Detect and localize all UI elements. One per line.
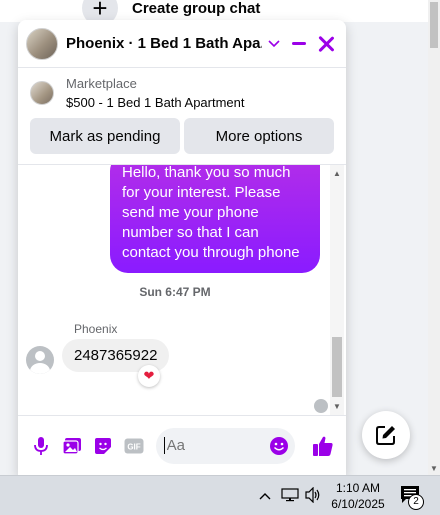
page-scrollbar[interactable]: ▼ xyxy=(428,0,440,475)
listing-avatar[interactable] xyxy=(26,27,58,60)
listing-title: $500 - 1 Bed 1 Bath Apartment xyxy=(66,95,245,110)
seen-avatar-icon xyxy=(314,399,328,413)
chat-header: Phoenix · 1 Bed 1 Bath Apa... xyxy=(18,20,346,68)
minimize-icon[interactable] xyxy=(292,42,306,45)
chat-scrollbar-thumb[interactable] xyxy=(332,337,342,397)
chat-window: Phoenix · 1 Bed 1 Bath Apa... Marketplac… xyxy=(18,20,346,475)
notification-count-badge: 2 xyxy=(408,494,424,510)
clock-time: 1:10 AM xyxy=(335,481,381,495)
taskbar: 1:10 AM 6/10/2025 2 xyxy=(0,475,440,515)
sender-name: Phoenix xyxy=(74,322,118,336)
scroll-up-arrow-icon[interactable]: ▲ xyxy=(333,169,341,178)
create-group-chat-label: Create group chat xyxy=(132,0,261,17)
thumbs-up-icon[interactable] xyxy=(307,430,338,462)
new-message-button[interactable] xyxy=(362,411,410,459)
chevron-up-icon[interactable] xyxy=(259,488,271,506)
message-timestamp: Sun 6:47 PM xyxy=(139,285,211,299)
message-input[interactable] xyxy=(163,437,264,454)
close-icon[interactable] xyxy=(318,36,334,52)
gif-icon[interactable]: GIF xyxy=(119,430,150,462)
emoji-icon[interactable] xyxy=(269,436,289,461)
volume-icon[interactable] xyxy=(304,486,322,508)
scroll-down-arrow-icon[interactable]: ▼ xyxy=(430,464,438,473)
heart-reaction-icon[interactable]: ❤ xyxy=(138,365,160,387)
sender-avatar[interactable] xyxy=(26,346,54,374)
svg-text:GIF: GIF xyxy=(127,442,140,451)
system-clock[interactable]: 1:10 AM 6/10/2025 xyxy=(330,480,386,512)
page-top-strip: + Create group chat xyxy=(0,0,428,26)
message-list[interactable]: Hello, thank you so much for your intere… xyxy=(18,165,346,415)
chat-title[interactable]: Phoenix · 1 Bed 1 Bath Apa... xyxy=(66,35,262,52)
sticker-icon[interactable] xyxy=(88,430,119,462)
marketplace-info[interactable]: Marketplace $500 - 1 Bed 1 Bath Apartmen… xyxy=(18,68,346,114)
chevron-down-icon[interactable] xyxy=(266,37,282,51)
microphone-icon[interactable] xyxy=(26,430,57,462)
listing-thumbnail xyxy=(30,81,54,105)
page-scrollbar-thumb[interactable] xyxy=(430,2,438,48)
photo-icon[interactable] xyxy=(57,430,88,462)
mark-as-pending-button[interactable]: Mark as pending xyxy=(30,118,180,154)
message-composer: GIF xyxy=(18,415,346,475)
notifications-button[interactable]: 2 xyxy=(400,485,426,510)
chat-scrollbar[interactable]: ▲ ▼ xyxy=(330,165,344,415)
marketplace-actions: Mark as pending More options xyxy=(18,114,346,165)
marketplace-label: Marketplace xyxy=(66,76,137,91)
compose-icon xyxy=(376,426,395,445)
message-input-wrapper xyxy=(155,427,296,464)
more-options-button[interactable]: More options xyxy=(184,118,334,154)
network-icon[interactable] xyxy=(281,488,299,507)
outgoing-message[interactable]: Hello, thank you so much for your intere… xyxy=(110,165,320,273)
scroll-down-arrow-icon[interactable]: ▼ xyxy=(333,402,341,411)
clock-date: 6/10/2025 xyxy=(331,497,385,511)
